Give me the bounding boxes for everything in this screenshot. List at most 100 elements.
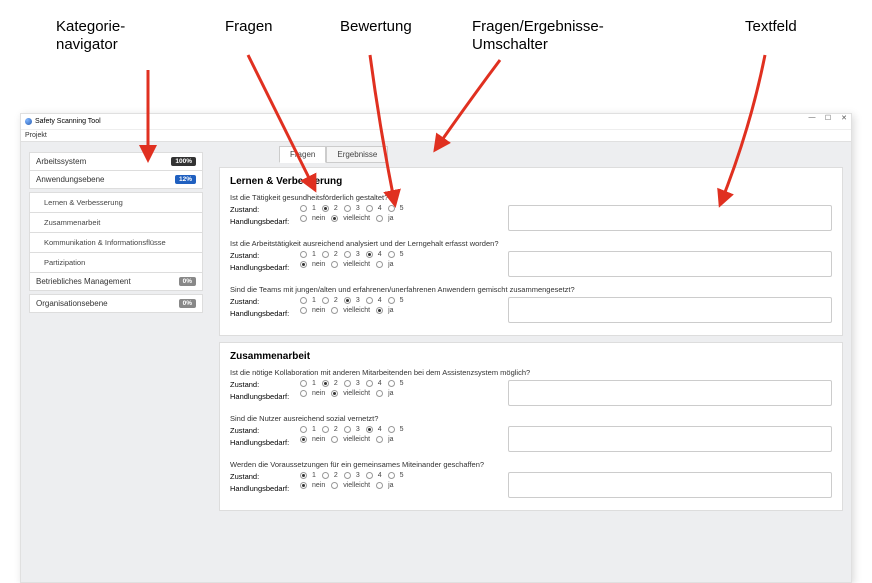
comment-textfield[interactable] <box>508 472 832 498</box>
radio-label: nein <box>312 261 325 268</box>
radio-hb-nein[interactable] <box>300 390 307 397</box>
radio-label: 4 <box>378 426 382 433</box>
radio-hb-ja[interactable] <box>376 307 383 314</box>
menubar: Projekt <box>21 130 851 142</box>
radio-hb-ja[interactable] <box>376 390 383 397</box>
sidebar-sub-lernen[interactable]: Lernen & Verbesserung <box>29 192 203 212</box>
radio-label: 2 <box>334 251 338 258</box>
radio-hb-vielleicht[interactable] <box>331 482 338 489</box>
sidebar-sub-kommunikation[interactable]: Kommunikation & Informationsflüsse <box>29 232 203 252</box>
radio-zustand-1[interactable] <box>300 472 307 479</box>
radio-label: 2 <box>334 297 338 304</box>
radio-zustand-3[interactable] <box>344 205 351 212</box>
radio-hb-nein[interactable] <box>300 436 307 443</box>
radio-hb-vielleicht[interactable] <box>331 390 338 397</box>
sidebar-item-anwendungsebene[interactable]: Anwendungsebene 12% <box>29 170 203 189</box>
radio-label: 3 <box>356 380 360 387</box>
radio-hb-nein[interactable] <box>300 307 307 314</box>
comment-textfield[interactable] <box>508 205 832 231</box>
question-row: Zustand:Handlungsbedarf:12345neinviellei… <box>230 205 832 231</box>
radio-zustand-2[interactable] <box>322 472 329 479</box>
radio-zustand-4[interactable] <box>366 297 373 304</box>
radio-zustand-1[interactable] <box>300 205 307 212</box>
sidebar-item-management[interactable]: Betriebliches Management 0% <box>29 272 203 291</box>
radio-label: 1 <box>312 251 316 258</box>
radio-zustand-4[interactable] <box>366 380 373 387</box>
radio-zustand-3[interactable] <box>344 251 351 258</box>
sidebar-sub-zusammenarbeit[interactable]: Zusammenarbeit <box>29 212 203 232</box>
close-button[interactable]: ✕ <box>839 114 849 122</box>
comment-textfield[interactable] <box>508 251 832 277</box>
window-controls: — ☐ ✕ <box>807 114 849 122</box>
radio-hb-vielleicht[interactable] <box>331 261 338 268</box>
radio-zustand-1[interactable] <box>300 380 307 387</box>
radio-zustand-2[interactable] <box>322 205 329 212</box>
question-text: Werden die Voraussetzungen für ein gemei… <box>230 460 832 469</box>
radio-label: 1 <box>312 472 316 479</box>
menu-projekt[interactable]: Projekt <box>25 132 47 139</box>
radio-label: ja <box>388 482 393 489</box>
radio-hb-ja[interactable] <box>376 261 383 268</box>
app-window: Safety Scanning Tool — ☐ ✕ Projekt Arbei… <box>20 113 852 583</box>
progress-badge: 12% <box>175 175 196 184</box>
radio-zustand-4[interactable] <box>366 472 373 479</box>
radio-zustand-2[interactable] <box>322 380 329 387</box>
radio-zustand-5[interactable] <box>388 472 395 479</box>
radio-zustand-4[interactable] <box>366 251 373 258</box>
radio-hb-nein[interactable] <box>300 261 307 268</box>
radio-zustand-4[interactable] <box>366 426 373 433</box>
radio-zustand-5[interactable] <box>388 297 395 304</box>
radio-label: 3 <box>356 426 360 433</box>
radio-zustand-3[interactable] <box>344 380 351 387</box>
radio-hb-vielleicht[interactable] <box>331 436 338 443</box>
radio-zustand-3[interactable] <box>344 297 351 304</box>
progress-badge: 0% <box>179 277 196 286</box>
radio-zustand-1[interactable] <box>300 251 307 258</box>
comment-textfield[interactable] <box>508 426 832 452</box>
app-body: Arbeitssystem 100% Anwendungsebene 12% L… <box>21 142 851 582</box>
radio-zustand-2[interactable] <box>322 426 329 433</box>
radio-hb-nein[interactable] <box>300 482 307 489</box>
radio-label: 4 <box>378 205 382 212</box>
tab-ergebnisse[interactable]: Ergebnisse <box>326 146 388 163</box>
radio-hb-nein[interactable] <box>300 215 307 222</box>
radio-zustand-2[interactable] <box>322 251 329 258</box>
radio-zustand-1[interactable] <box>300 426 307 433</box>
radio-zustand-5[interactable] <box>388 205 395 212</box>
radio-zustand-3[interactable] <box>344 472 351 479</box>
radio-zustand-5[interactable] <box>388 380 395 387</box>
radio-zustand-1[interactable] <box>300 297 307 304</box>
radio-zustand-5[interactable] <box>388 251 395 258</box>
radio-zustand-5[interactable] <box>388 426 395 433</box>
radio-zustand-2[interactable] <box>322 297 329 304</box>
radio-label: 4 <box>378 472 382 479</box>
label-handlungsbedarf: Handlungsbedarf: <box>230 309 292 318</box>
anno-kategorie: Kategorie- navigator <box>56 18 125 54</box>
comment-textfield[interactable] <box>508 297 832 323</box>
anno-umschalter: Fragen/Ergebnisse- Umschalter <box>472 18 604 54</box>
radio-label: 4 <box>378 297 382 304</box>
app-icon <box>25 118 32 125</box>
sidebar-item-arbeitssystem[interactable]: Arbeitssystem 100% <box>29 152 203 170</box>
sidebar-sub-partizipation[interactable]: Partizipation <box>29 252 203 272</box>
radio-label: vielleicht <box>343 261 370 268</box>
radio-hb-ja[interactable] <box>376 482 383 489</box>
maximize-button[interactable]: ☐ <box>823 114 833 122</box>
radio-label: ja <box>388 261 393 268</box>
radio-label: 2 <box>334 205 338 212</box>
sidebar-item-organisation[interactable]: Organisationsebene 0% <box>29 294 203 313</box>
radio-zustand-3[interactable] <box>344 426 351 433</box>
radio-zustand-4[interactable] <box>366 205 373 212</box>
radio-hb-ja[interactable] <box>376 215 383 222</box>
titlebar: Safety Scanning Tool — ☐ ✕ <box>21 114 851 130</box>
radio-label: 5 <box>400 297 404 304</box>
comment-textfield[interactable] <box>508 380 832 406</box>
radio-hb-ja[interactable] <box>376 436 383 443</box>
radio-label: 3 <box>356 297 360 304</box>
label-zustand: Zustand: <box>230 426 292 435</box>
radio-hb-vielleicht[interactable] <box>331 215 338 222</box>
minimize-button[interactable]: — <box>807 114 817 122</box>
radio-label: 5 <box>400 426 404 433</box>
tab-fragen[interactable]: Fragen <box>279 146 326 163</box>
radio-hb-vielleicht[interactable] <box>331 307 338 314</box>
